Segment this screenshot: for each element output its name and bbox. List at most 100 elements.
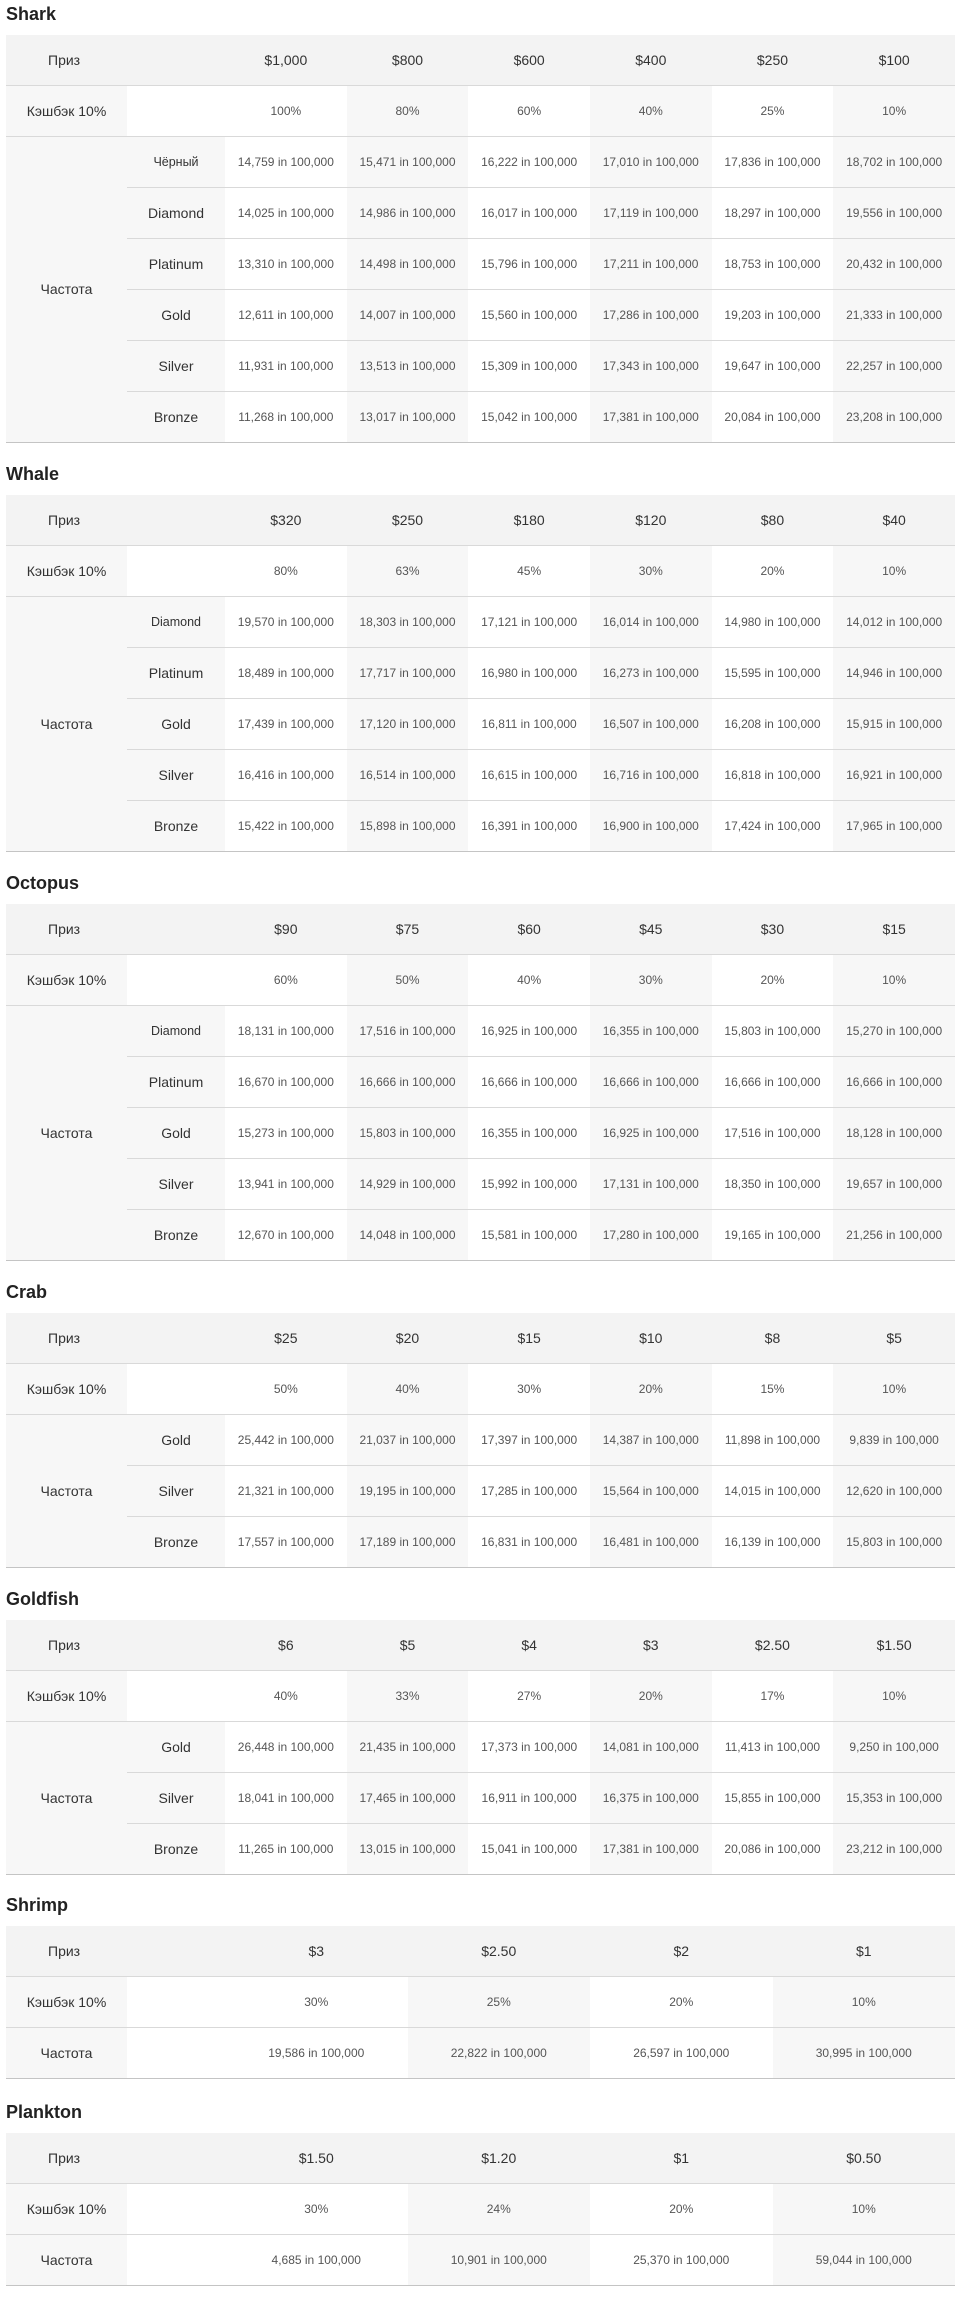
tier-label: Silver [127, 340, 225, 391]
frequency-value: 17,439 in 100,000 [225, 698, 347, 749]
frequency-value: 21,435 in 100,000 [346, 1721, 469, 1772]
frequency-label: Частота [6, 1721, 127, 1874]
prize-value: $1.50 [225, 2133, 408, 2183]
frequency-value: 16,208 in 100,000 [711, 698, 834, 749]
frequency-value: 16,666 in 100,000 [346, 1056, 469, 1107]
frequency-value: 18,702 in 100,000 [833, 136, 955, 187]
frequency-row: Platinum 16,670 in 100,000 16,666 in 100,0… [6, 1056, 955, 1107]
frequency-value: 17,189 in 100,000 [346, 1516, 469, 1567]
frequency-row: Bronze 11,268 in 100,000 13,017 in 100,000… [6, 391, 955, 442]
prize-value: $40 [833, 495, 955, 545]
blank-cell [127, 2183, 225, 2234]
prize-label: Приз [6, 1313, 225, 1363]
blank-cell [127, 954, 225, 1005]
frequency-value: 15,353 in 100,000 [833, 1772, 955, 1823]
frequency-value: 17,516 in 100,000 [346, 1005, 469, 1056]
cashback-value: 24% [407, 2183, 590, 2234]
cashback-label: Кэшбэк 10% [6, 1363, 127, 1414]
frequency-row: Bronze 17,557 in 100,000 17,189 in 100,000… [6, 1516, 955, 1567]
prize-label: Приз [6, 2133, 225, 2183]
cashback-value: 20% [711, 954, 834, 1005]
frequency-value: 59,044 in 100,000 [772, 2234, 955, 2285]
frequency-value: 15,560 in 100,000 [468, 289, 590, 340]
frequency-value: 22,257 in 100,000 [833, 340, 955, 391]
tier-label: Platinum [127, 238, 225, 289]
frequency-value: 11,898 in 100,000 [711, 1414, 834, 1465]
frequency-value: 16,273 in 100,000 [589, 647, 712, 698]
frequency-value: 18,131 in 100,000 [225, 1005, 347, 1056]
frequency-value: 16,014 in 100,000 [589, 596, 712, 647]
cashback-row: Кэшбэк 10% 30% 25% 20% 10% [6, 1976, 955, 2027]
tier-label: Bronze [127, 1209, 225, 1260]
prize-value: $2 [590, 1926, 773, 1976]
cashback-value: 10% [833, 85, 955, 136]
frequency-value: 17,119 in 100,000 [589, 187, 712, 238]
prize-value: $320 [225, 495, 347, 545]
cashback-value: 40% [589, 85, 712, 136]
frequency-value: 10,901 in 100,000 [407, 2234, 590, 2285]
frequency-value: 15,041 in 100,000 [468, 1823, 590, 1874]
frequency-value: 17,465 in 100,000 [346, 1772, 469, 1823]
frequency-value: 9,250 in 100,000 [833, 1721, 955, 1772]
cashback-row: Кэшбэк 10% 80% 63% 45% 30% 20% 10% [6, 545, 955, 596]
frequency-value: 17,343 in 100,000 [589, 340, 712, 391]
cashback-value: 40% [468, 954, 590, 1005]
prize-value: $400 [589, 35, 712, 85]
blank-cell [127, 1363, 225, 1414]
prize-value: $1 [590, 2133, 773, 2183]
frequency-value: 16,139 in 100,000 [711, 1516, 834, 1567]
frequency-row: Частота Gold 25,442 in 100,000 21,037 in 10… [6, 1414, 955, 1567]
blank-cell [127, 545, 225, 596]
frequency-value: 25,370 in 100,000 [590, 2234, 773, 2285]
frequency-value: 17,131 in 100,000 [589, 1158, 712, 1209]
frequency-value: 30,995 in 100,000 [772, 2027, 955, 2078]
tier-label: Bronze [127, 1516, 225, 1567]
cashback-value: 60% [468, 85, 590, 136]
frequency-row: Bronze 11,265 in 100,000 13,015 in 100,000… [6, 1823, 955, 1874]
cashback-value: 20% [590, 1976, 773, 2027]
frequency-value: 16,507 in 100,000 [589, 698, 712, 749]
prize-label: Приз [6, 1620, 225, 1670]
frequency-value: 23,208 in 100,000 [833, 391, 955, 442]
prize-value: $4 [468, 1620, 590, 1670]
prize-value: $25 [225, 1313, 347, 1363]
frequency-value: 16,375 in 100,000 [589, 1772, 712, 1823]
frequency-value: 16,416 in 100,000 [225, 749, 347, 800]
frequency-value: 21,256 in 100,000 [833, 1209, 955, 1260]
frequency-value: 16,666 in 100,000 [711, 1056, 834, 1107]
frequency-label: Частота [6, 1414, 127, 1567]
frequency-value: 17,121 in 100,000 [468, 596, 590, 647]
frequency-row: Частота Gold 26,448 in 100,000 21,435 in 10… [6, 1721, 955, 1874]
frequency-value: 16,391 in 100,000 [468, 800, 590, 851]
cashback-value: 20% [589, 1670, 712, 1721]
prize-value: $3 [225, 1926, 408, 1976]
prize-value: $6 [225, 1620, 347, 1670]
frequency-value: 17,381 in 100,000 [589, 1823, 712, 1874]
cashback-value: 100% [225, 85, 347, 136]
frequency-value: 16,222 in 100,000 [468, 136, 590, 187]
frequency-value: 15,581 in 100,000 [468, 1209, 590, 1260]
frequency-value: 15,309 in 100,000 [468, 340, 590, 391]
prize-header-row: Приз $90 $75 $60 $45 $30 $15 [6, 904, 955, 954]
section-title: Octopus [6, 873, 80, 893]
frequency-row: Частота 19,586 in 100,000 22,822 in 100,00… [6, 2027, 955, 2078]
cashback-value: 10% [772, 2183, 955, 2234]
tier-label: Gold [127, 1107, 225, 1158]
frequency-value: 11,413 in 100,000 [711, 1721, 834, 1772]
cashback-value: 10% [833, 1363, 955, 1414]
frequency-value: 16,514 in 100,000 [346, 749, 469, 800]
frequency-value: 13,015 in 100,000 [346, 1823, 469, 1874]
cashback-row: Кэшбэк 10% 60% 50% 40% 30% 20% 10% [6, 954, 955, 1005]
blank-cell [127, 85, 225, 136]
frequency-value: 16,921 in 100,000 [833, 749, 955, 800]
section-title: Plankton [6, 2102, 83, 2122]
cashback-value: 45% [468, 545, 590, 596]
frequency-value: 15,564 in 100,000 [589, 1465, 712, 1516]
tier-label: Bronze [127, 391, 225, 442]
frequency-value: 18,303 in 100,000 [346, 596, 469, 647]
cashback-value: 40% [225, 1670, 347, 1721]
frequency-row: Platinum 13,310 in 100,000 14,498 in 100,0… [6, 238, 955, 289]
cashback-value: 25% [407, 1976, 590, 2027]
frequency-value: 20,084 in 100,000 [711, 391, 834, 442]
cashback-value: 33% [346, 1670, 469, 1721]
